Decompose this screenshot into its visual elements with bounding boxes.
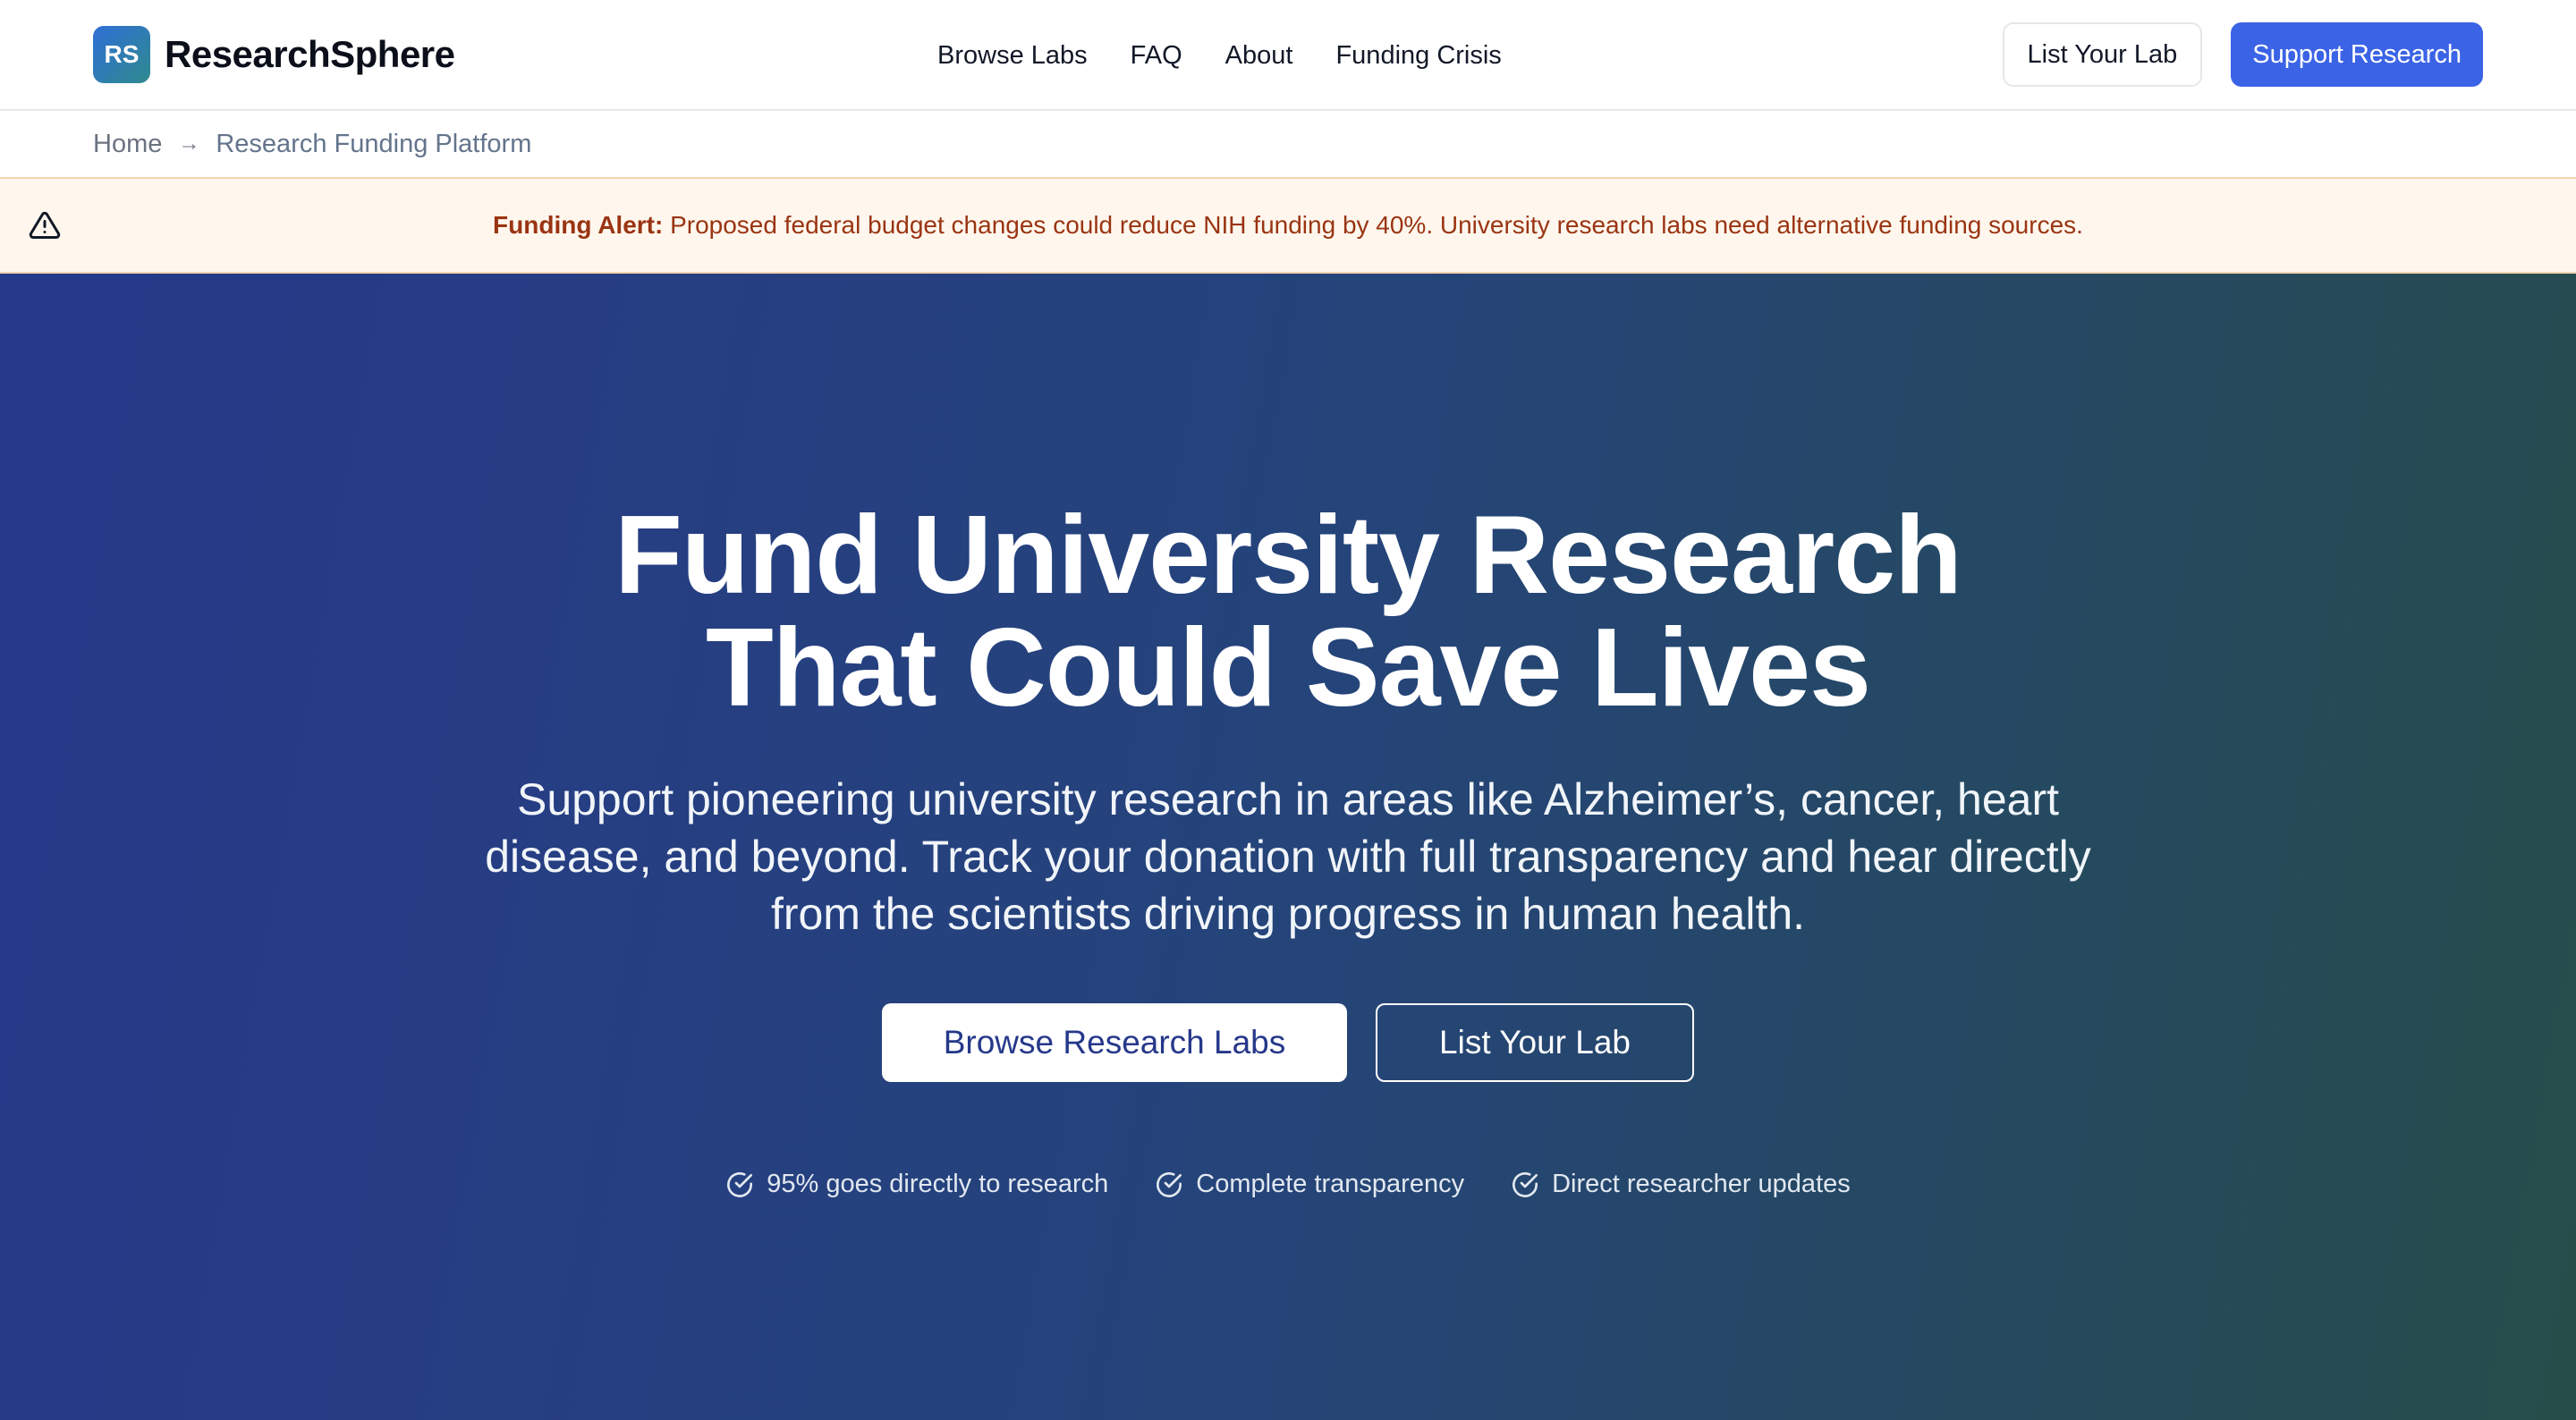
alert-message: Proposed federal budget changes could re… [670, 211, 2083, 239]
feature-item: 95% goes directly to research [725, 1170, 1108, 1199]
hero-title-line-2: That Could Save Lives [705, 606, 1871, 730]
check-circle-icon [727, 1171, 753, 1197]
alert-text: Funding Alert: Proposed federal budget c… [0, 211, 2576, 240]
hero-section: Fund University Research That Could Save… [0, 274, 2576, 1420]
logo[interactable]: RS [93, 26, 150, 83]
feature-label: 95% goes directly to research [767, 1170, 1109, 1198]
funding-alert-banner: Funding Alert: Proposed federal budget c… [0, 177, 2576, 274]
hero-list-your-lab-button[interactable]: List Your Lab [1376, 1003, 1694, 1082]
main-nav: Browse Labs FAQ About Funding Crisis [937, 0, 1502, 111]
nav-browse-labs[interactable]: Browse Labs [937, 41, 1088, 71]
feature-label: Complete transparency [1196, 1170, 1465, 1198]
feature-list: 95% goes directly to research Complete t… [725, 1170, 1851, 1199]
breadcrumb-home[interactable]: Home [93, 130, 162, 159]
check-circle-icon [1513, 1171, 1538, 1197]
hero-subtitle: Support pioneering university research i… [485, 774, 2091, 939]
warning-triangle-icon [29, 211, 61, 239]
list-your-lab-button[interactable]: List Your Lab [2002, 22, 2203, 87]
brand-name[interactable]: ResearchSphere [165, 33, 455, 76]
support-research-button[interactable]: Support Research [2231, 22, 2483, 87]
top-header: RS ResearchSphere Browse Labs FAQ About … [0, 0, 2576, 111]
feature-item: Complete transparency [1155, 1170, 1464, 1199]
brand[interactable]: RS ResearchSphere [93, 26, 455, 83]
breadcrumb: Home → Research Funding Platform [0, 111, 2576, 177]
feature-label: Direct researcher updates [1552, 1170, 1851, 1198]
header-actions: List Your Lab Support Research [2002, 22, 2483, 87]
hero-title: Fund University Research That Could Save… [614, 499, 1962, 724]
breadcrumb-arrow-icon: → [178, 131, 200, 156]
browse-research-labs-button[interactable]: Browse Research Labs [882, 1003, 1347, 1082]
nav-funding-crisis[interactable]: Funding Crisis [1335, 41, 1501, 71]
hero-actions: Browse Research Labs List Your Lab [882, 1003, 1694, 1082]
alert-label: Funding Alert: [493, 211, 664, 239]
hero-title-line-1: Fund University Research [614, 494, 1962, 617]
check-circle-icon [1157, 1171, 1182, 1197]
breadcrumb-current: Research Funding Platform [216, 129, 532, 158]
nav-about[interactable]: About [1225, 41, 1293, 71]
nav-faq[interactable]: FAQ [1131, 41, 1182, 71]
feature-item: Direct researcher updates [1511, 1170, 1851, 1199]
